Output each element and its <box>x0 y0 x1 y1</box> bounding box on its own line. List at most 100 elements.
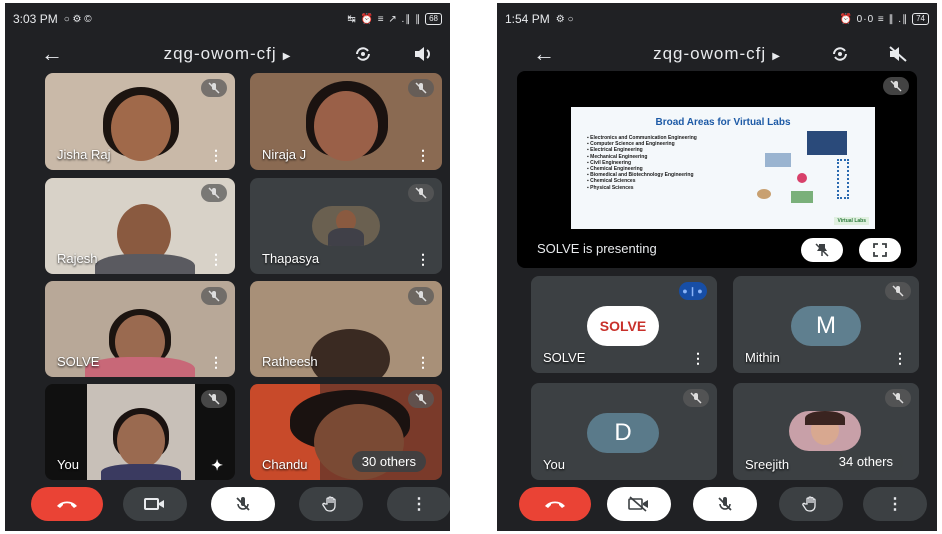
presenting-label: SOLVE is presenting <box>537 241 657 256</box>
participant-video <box>310 329 390 377</box>
mic-toggle-button[interactable] <box>211 487 275 521</box>
mic-off-icon <box>883 77 909 95</box>
participant-tile-solve[interactable]: ●❙● SOLVE SOLVE ⋮ <box>531 276 717 373</box>
status-bar: 1:54 PM ⚙ ○ ⏰ 0·0 ≡ ∥ .∥ 74 <box>505 11 929 27</box>
video-off-icon <box>628 496 648 512</box>
raise-hand-button[interactable] <box>779 487 843 521</box>
more-options-icon[interactable]: ⋮ <box>416 354 430 371</box>
virtual-labs-logo: Virtual Labs <box>834 217 869 225</box>
status-time: 3:03 PM <box>13 12 58 26</box>
mic-off-icon <box>408 287 434 305</box>
mic-off-icon <box>718 497 732 511</box>
right-phone-screen: 1:54 PM ⚙ ○ ⏰ 0·0 ≡ ∥ .∥ 74 ← zqg-owom-c… <box>497 3 937 531</box>
mic-toggle-button[interactable] <box>693 487 757 521</box>
status-right-icons: ↹ ⏰ ≡ ↗ .∥ ∥ <box>347 13 422 25</box>
mic-off-icon <box>201 79 227 97</box>
camera-toggle-button[interactable] <box>123 487 187 521</box>
mic-off-icon <box>236 497 250 511</box>
more-options-button[interactable]: ⋮ <box>863 487 927 521</box>
participant-name: Ratheesh <box>262 354 318 369</box>
participant-name: SOLVE <box>543 350 586 365</box>
more-options-icon[interactable]: ⋮ <box>416 147 430 164</box>
more-vert-icon: ⋮ <box>411 496 427 513</box>
mic-off-icon <box>201 390 227 408</box>
participant-name: Chandu <box>262 457 308 472</box>
participant-avatar <box>789 411 861 451</box>
participant-name: Rajesh <box>57 251 98 266</box>
end-call-button[interactable] <box>519 487 591 521</box>
participant-name: Jisha Raj <box>57 147 111 162</box>
battery-icon: 68 <box>425 13 442 25</box>
participant-tile-jisha-raj[interactable]: Jisha Raj ⋮ <box>45 73 235 170</box>
slide-list: Electronics and Communication Engineerin… <box>587 135 697 191</box>
participant-name: You <box>57 457 79 472</box>
mic-off-icon <box>408 79 434 97</box>
presentation-tile[interactable]: Broad Areas for Virtual Labs Electronics… <box>517 71 917 268</box>
more-options-icon[interactable]: ⋮ <box>209 251 223 268</box>
end-call-button[interactable] <box>31 487 103 521</box>
slide-item: Physical Sciences <box>587 185 697 191</box>
participant-tile-chandu[interactable]: Chandu 30 others <box>250 384 442 480</box>
meeting-code-title[interactable]: zqg-owom-cfj ▶ <box>5 44 450 64</box>
stop-pin-button[interactable] <box>801 238 843 262</box>
participant-tile-mithin[interactable]: M Mithin ⋮ <box>733 276 919 373</box>
participant-avatar: M <box>791 306 861 346</box>
left-phone-screen: 3:03 PM ○ ⚙ © ↹ ⏰ ≡ ↗ .∥ ∥ 68 ← zqg-owom… <box>5 3 450 531</box>
participant-tile-thapasya[interactable]: Thapasya ⋮ <box>250 178 442 274</box>
others-count-badge[interactable]: 34 others <box>828 451 903 472</box>
participant-tile-sreejith[interactable]: Sreejith 34 others <box>733 383 919 480</box>
participant-name: You <box>543 457 565 472</box>
raise-hand-button[interactable] <box>299 487 363 521</box>
camera-toggle-button[interactable] <box>607 487 671 521</box>
caret-right-icon: ▶ <box>772 51 781 62</box>
switch-camera-icon[interactable] <box>350 41 376 67</box>
participant-avatar: D <box>587 413 659 453</box>
mic-off-icon <box>408 184 434 202</box>
battery-icon: 74 <box>912 13 929 25</box>
participant-name: Mithin <box>745 350 780 365</box>
participant-tile-niraja-j[interactable]: Niraja J ⋮ <box>250 73 442 170</box>
status-time: 1:54 PM <box>505 12 550 26</box>
more-options-button[interactable]: ⋮ <box>387 487 450 521</box>
more-options-icon[interactable]: ⋮ <box>893 350 907 367</box>
phone-hangup-icon <box>57 501 77 508</box>
participant-name: Niraja J <box>262 147 307 162</box>
participant-tile-self[interactable]: D You <box>531 383 717 480</box>
more-options-icon[interactable]: ⋮ <box>209 354 223 371</box>
phone-hangup-icon <box>545 501 565 508</box>
participant-tile-rajesh[interactable]: Rajesh ⋮ <box>45 178 235 274</box>
participant-avatar: SOLVE <box>587 306 659 346</box>
participant-name: Sreejith <box>745 457 790 472</box>
others-count-badge[interactable]: 30 others <box>351 451 426 472</box>
speaker-icon[interactable] <box>410 41 436 67</box>
fullscreen-icon <box>873 243 887 257</box>
mic-off-icon <box>408 390 434 408</box>
participant-tile-self[interactable]: You ✦ <box>45 384 235 480</box>
call-controls: ⋮ <box>5 487 450 521</box>
meeting-code-title[interactable]: zqg-owom-cfj ▶ <box>497 44 937 64</box>
more-options-icon[interactable]: ⋮ <box>416 251 430 268</box>
switch-camera-icon[interactable] <box>827 41 853 67</box>
mic-off-icon <box>885 389 911 407</box>
participant-tile-solve[interactable]: SOLVE ⋮ <box>45 281 235 377</box>
status-left-icons: ⚙ ○ <box>555 13 574 25</box>
audio-active-indicator: ●❙● <box>679 282 707 300</box>
more-options-icon[interactable]: ⋮ <box>209 147 223 164</box>
status-bar: 3:03 PM ○ ⚙ © ↹ ⏰ ≡ ↗ .∥ ∥ 68 <box>13 11 442 27</box>
effects-sparkle-icon[interactable]: ✦ <box>211 457 223 474</box>
mic-off-icon <box>201 287 227 305</box>
mic-off-icon <box>201 184 227 202</box>
participant-tile-ratheesh[interactable]: Ratheesh ⋮ <box>250 281 442 377</box>
call-controls: ⋮ <box>497 487 937 521</box>
speaker-off-icon[interactable] <box>885 41 911 67</box>
caret-right-icon: ▶ <box>282 51 292 62</box>
participant-name: SOLVE <box>57 354 100 369</box>
shared-slide: Broad Areas for Virtual Labs Electronics… <box>571 107 875 229</box>
video-camera-icon <box>144 498 164 510</box>
mic-off-icon <box>683 389 709 407</box>
mic-off-icon <box>885 282 911 300</box>
more-options-icon[interactable]: ⋮ <box>691 350 705 367</box>
slide-title: Broad Areas for Virtual Labs <box>655 117 791 128</box>
fullscreen-button[interactable] <box>859 238 901 262</box>
status-right-icons: ⏰ 0·0 ≡ ∥ .∥ <box>839 13 909 25</box>
